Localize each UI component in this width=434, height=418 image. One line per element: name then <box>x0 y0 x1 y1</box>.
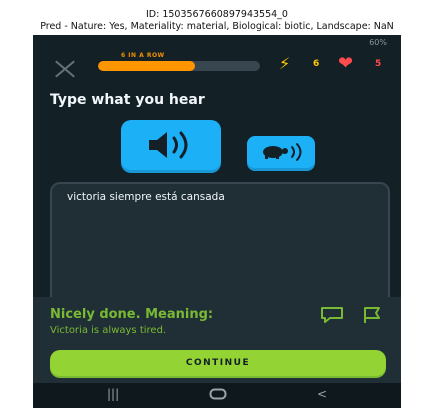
play-audio-button[interactable] <box>121 120 221 170</box>
recent-apps-button[interactable]: ||| <box>107 387 119 401</box>
close-icon[interactable] <box>53 59 77 79</box>
back-button[interactable]: < <box>317 387 327 401</box>
comment-icon[interactable] <box>319 305 345 325</box>
exercise-title: Type what you hear <box>50 92 205 108</box>
feedback-meaning: Victoria is always tired. <box>50 325 167 336</box>
flag-icon[interactable] <box>359 305 385 325</box>
battery-status: 60% <box>369 38 387 47</box>
continue-button[interactable]: CONTINUE <box>50 350 386 376</box>
hearts-count: 5 <box>375 59 382 69</box>
feedback-title: Nicely done. Meaning: <box>50 307 214 322</box>
feedback-panel: Nicely done. Meaning: Victoria is always… <box>33 297 401 383</box>
lightning-icon: ⚡ <box>279 54 291 73</box>
answer-text: victoria siempre está cansada <box>67 191 225 203</box>
home-icon <box>209 388 227 400</box>
android-navigation-bar: ||| < <box>33 383 401 408</box>
home-button[interactable] <box>209 388 227 403</box>
phone-screen: 60% 6 IN A ROW ⚡ 6 ❤ 5 Type what you hea… <box>33 35 401 408</box>
image-id-caption: ID: 1503567660897943554_0 <box>146 9 288 20</box>
gems-count: 6 <box>313 59 320 69</box>
prediction-caption: Pred - Nature: Yes, Materiality: materia… <box>40 21 394 32</box>
turtle-speaker-icon <box>263 143 302 161</box>
speaker-icon <box>149 131 188 159</box>
streak-label: 6 IN A ROW <box>121 52 165 59</box>
lesson-progress-bar <box>98 61 260 71</box>
progress-fill <box>98 61 196 71</box>
heart-icon: ❤ <box>338 53 354 74</box>
play-slow-audio-button[interactable] <box>247 136 315 168</box>
